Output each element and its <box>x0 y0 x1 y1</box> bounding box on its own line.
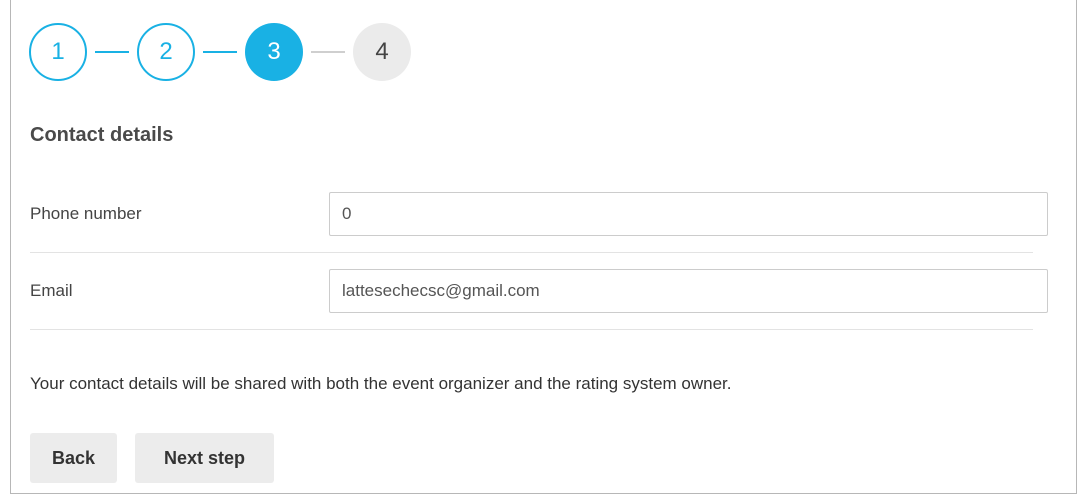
back-button[interactable]: Back <box>30 433 117 483</box>
email-row: Email <box>30 267 1048 330</box>
phone-label: Phone number <box>30 204 142 223</box>
progress-stepper: 1 2 3 4 <box>29 23 411 81</box>
step-4: 4 <box>353 23 411 81</box>
next-step-button[interactable]: Next step <box>135 433 274 483</box>
phone-input[interactable] <box>329 192 1048 236</box>
step-connector <box>203 51 237 53</box>
step-connector <box>95 51 129 53</box>
step-1[interactable]: 1 <box>29 23 87 81</box>
step-3-current: 3 <box>245 23 303 81</box>
phone-row: Phone number <box>30 190 1048 253</box>
section-title: Contact details <box>30 124 174 146</box>
email-label: Email <box>30 281 73 300</box>
privacy-notice: Your contact details will be shared with… <box>30 374 732 393</box>
step-2[interactable]: 2 <box>137 23 195 81</box>
step-connector <box>311 51 345 53</box>
email-input[interactable] <box>329 269 1048 313</box>
